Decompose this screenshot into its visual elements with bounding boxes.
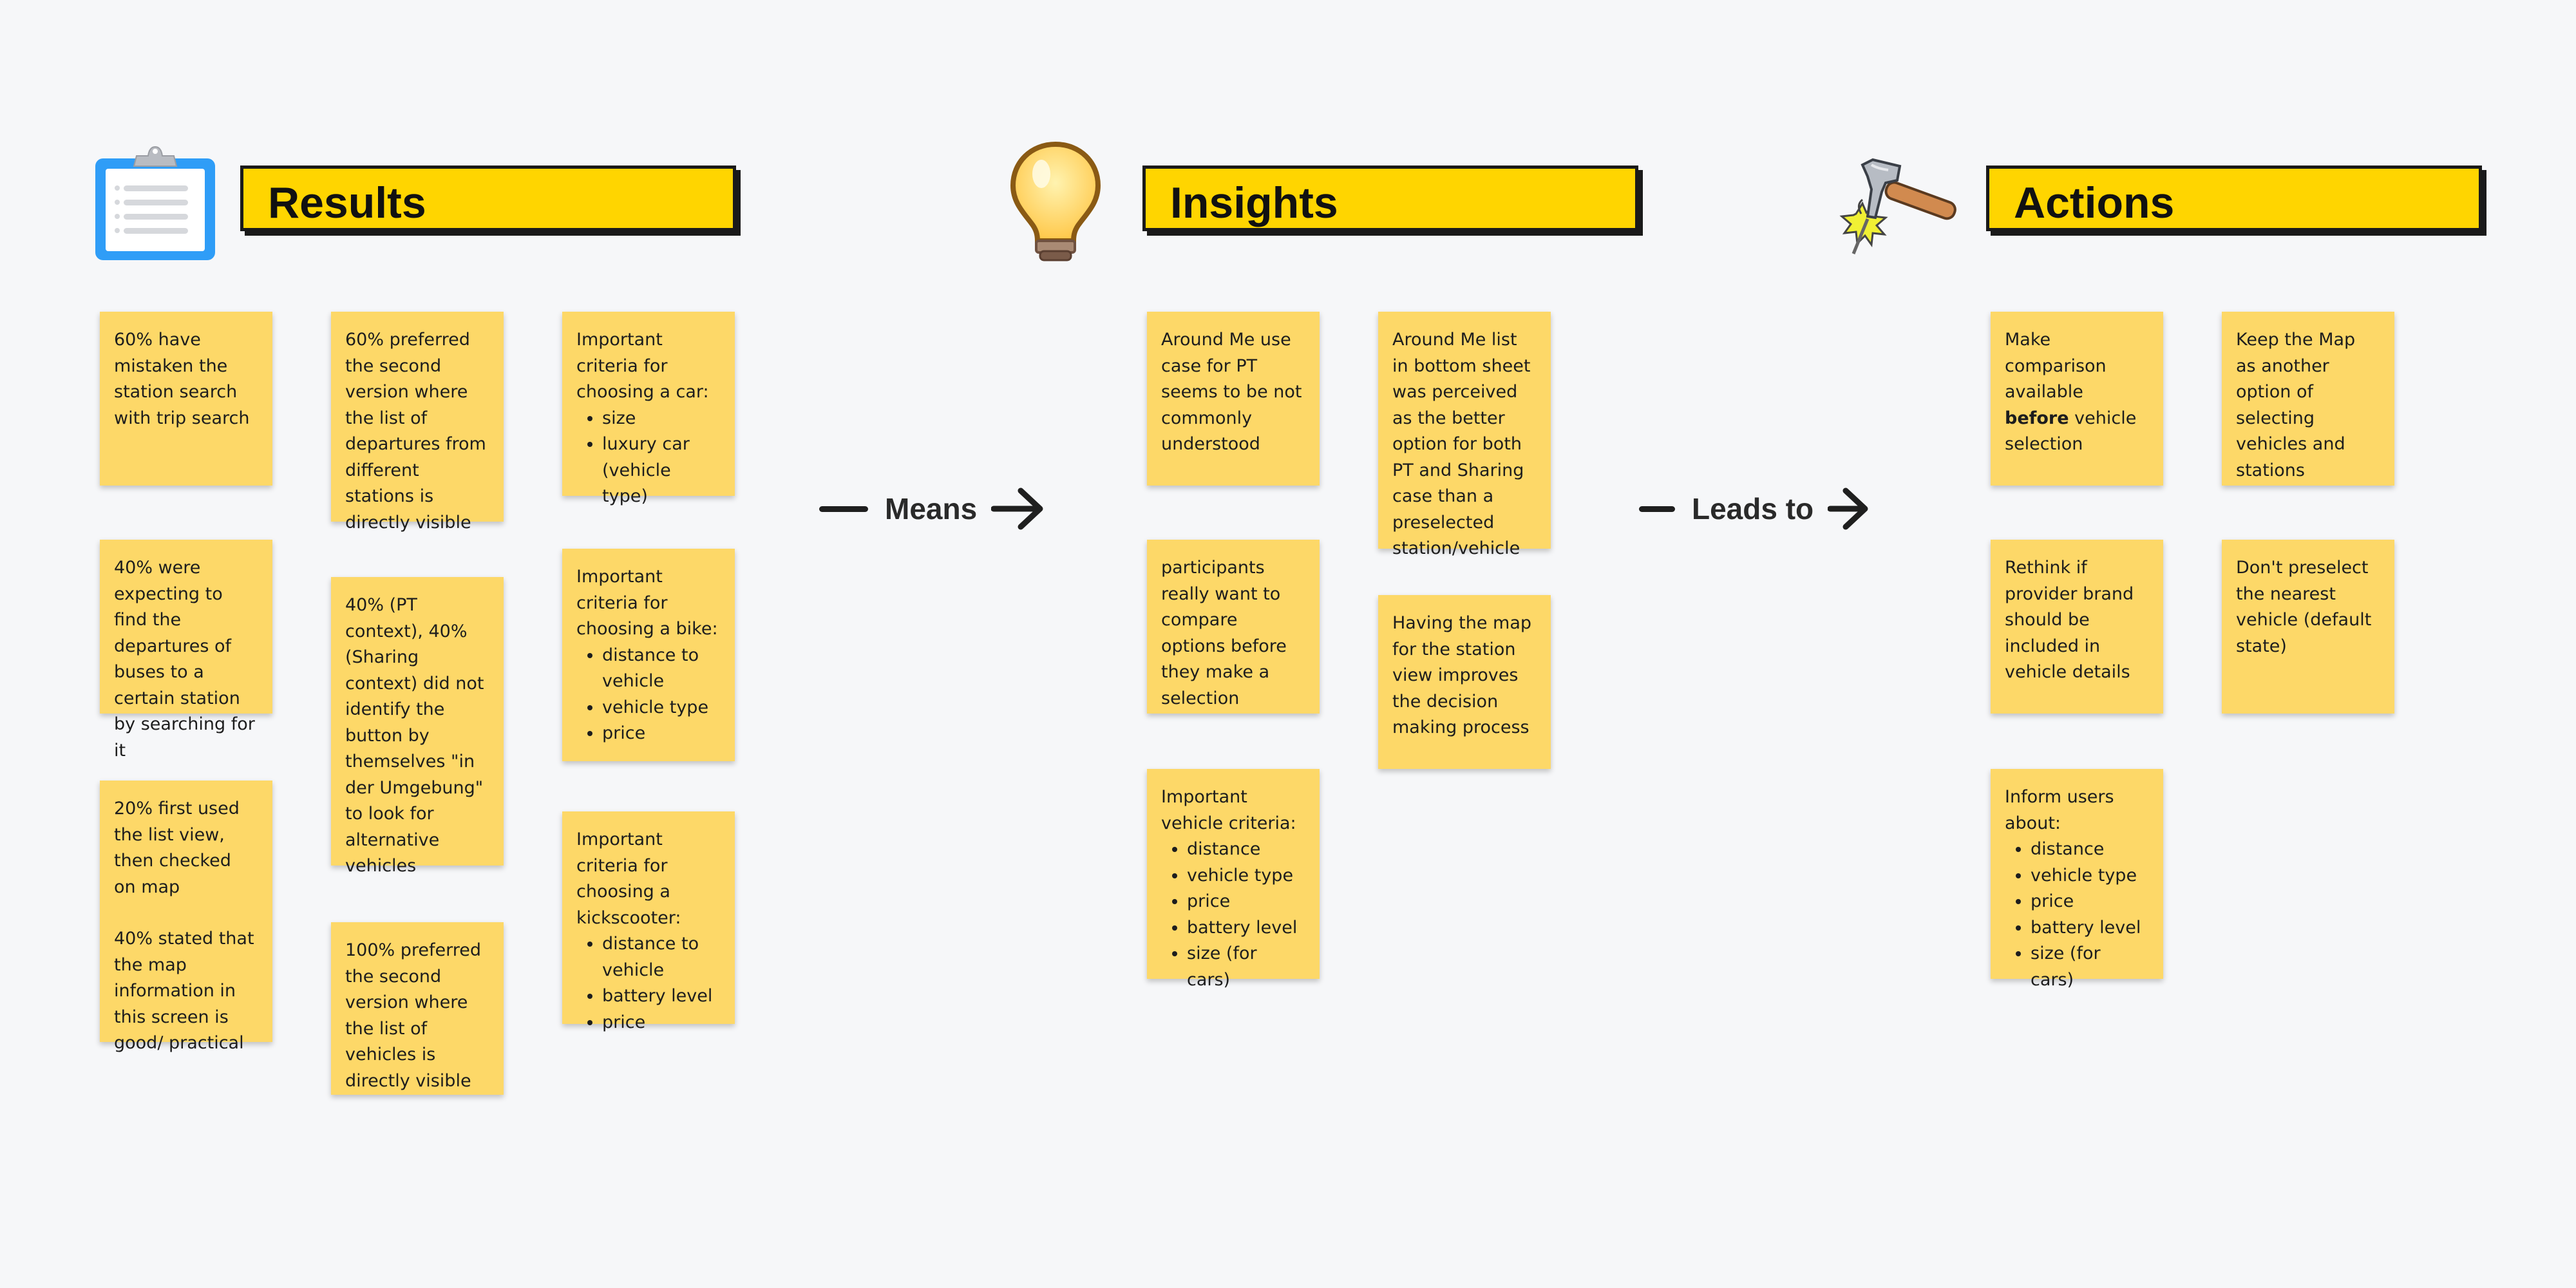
results-note-station-search: 60% have mistaken the station search wit… bbox=[100, 312, 272, 486]
insights-title: Insights bbox=[1170, 178, 1338, 227]
results-note-bus-departures: 40% were expecting to find the departure… bbox=[100, 540, 272, 761]
results-note-umgebung-button: 40% (PT context), 40% (Sharing context) … bbox=[331, 577, 504, 876]
note-title: Important criteria for choosing a car: bbox=[576, 330, 709, 402]
note-text: 40% were expecting to find the departure… bbox=[114, 558, 255, 761]
actions-note-comparison: Make comparison available before vehicle… bbox=[1991, 312, 2163, 486]
leads-to-label: Leads to bbox=[1692, 492, 1814, 526]
list-item: luxury car (vehicle type) bbox=[602, 431, 721, 510]
list-item: vehicle type bbox=[602, 695, 721, 721]
connector-dash bbox=[819, 506, 868, 512]
criteria-list: distance to vehicle vehicle type price bbox=[576, 643, 721, 747]
note-title: Important criteria for choosing a bike: bbox=[576, 567, 718, 639]
list-item: price bbox=[602, 1010, 721, 1036]
note-text: Rethink if provider brand should be incl… bbox=[2005, 558, 2134, 682]
hammer-icon bbox=[1830, 147, 1956, 255]
arrow-right-icon bbox=[991, 488, 1043, 530]
note-title: Important vehicle criteria: bbox=[1161, 787, 1296, 833]
note-text: 60% have mistaken the station search wit… bbox=[114, 330, 250, 428]
list-item: size (for cars) bbox=[1187, 941, 1305, 993]
list-item: battery level bbox=[1187, 915, 1305, 942]
results-header: Results bbox=[240, 166, 736, 231]
criteria-list: size luxury car (vehicle type) bbox=[576, 406, 721, 510]
insights-note-around-me-pt: Around Me use case for PT seems to be no… bbox=[1147, 312, 1320, 486]
list-item: distance bbox=[1187, 837, 1305, 863]
note-text-pre: Make comparison available bbox=[2005, 330, 2107, 402]
means-label: Means bbox=[885, 492, 978, 526]
results-note-vehicles-version: 100% preferred the second version where … bbox=[331, 922, 504, 1095]
list-item: distance to vehicle bbox=[602, 931, 721, 983]
note-text: 40% stated that the map information in t… bbox=[114, 929, 254, 1053]
list-item: size bbox=[602, 406, 721, 432]
list-item: price bbox=[1187, 889, 1305, 915]
note-text: Around Me use case for PT seems to be no… bbox=[1161, 330, 1302, 454]
note-text: 20% first used the list view, then check… bbox=[114, 799, 240, 897]
note-text: 100% preferred the second version where … bbox=[345, 940, 482, 1091]
note-text: 40% (PT context), 40% (Sharing context) … bbox=[345, 595, 484, 876]
arrow-right-icon bbox=[1828, 488, 1868, 530]
results-note-list-map: 20% first used the list view, then check… bbox=[100, 781, 272, 1053]
connector-dash bbox=[1639, 506, 1675, 512]
lightbulb-icon bbox=[1008, 140, 1103, 264]
results-note-bike-criteria: Important criteria for choosing a bike: … bbox=[562, 549, 735, 761]
note-text: Don't preselect the nearest vehicle (def… bbox=[2236, 558, 2372, 656]
note-text-bold: before bbox=[2005, 408, 2069, 428]
list-item: distance to vehicle bbox=[602, 643, 721, 695]
note-text: Having the map for the station view impr… bbox=[1392, 613, 1532, 737]
note-text: Keep the Map as another option of select… bbox=[2236, 330, 2356, 480]
list-item: price bbox=[2031, 889, 2149, 915]
actions-note-provider-brand: Rethink if provider brand should be incl… bbox=[1991, 540, 2163, 714]
list-item: size (for cars) bbox=[2031, 941, 2149, 993]
note-text: Around Me list in bottom sheet was perce… bbox=[1392, 330, 1531, 558]
actions-note-no-preselect: Don't preselect the nearest vehicle (def… bbox=[2222, 540, 2394, 714]
actions-header: Actions bbox=[1986, 166, 2482, 231]
insights-note-vehicle-criteria: Important vehicle criteria: distance veh… bbox=[1147, 769, 1320, 990]
list-item: battery level bbox=[2031, 915, 2149, 942]
note-text: Make comparison available before vehicle… bbox=[2005, 327, 2149, 458]
list-item: vehicle type bbox=[1187, 863, 1305, 889]
note-text: participants really want to compare opti… bbox=[1161, 558, 1287, 708]
insights-note-bottom-sheet: Around Me list in bottom sheet was perce… bbox=[1378, 312, 1551, 558]
insights-note-station-map: Having the map for the station view impr… bbox=[1378, 595, 1551, 769]
criteria-list: distance vehicle type price battery leve… bbox=[1161, 837, 1305, 993]
results-title: Results bbox=[268, 178, 426, 227]
clipboard-icon bbox=[94, 143, 216, 261]
results-note-car-criteria: Important criteria for choosing a car: s… bbox=[562, 312, 735, 506]
insights-header: Insights bbox=[1142, 166, 1638, 231]
list-item: price bbox=[602, 721, 721, 747]
list-item: battery level bbox=[602, 983, 721, 1010]
results-note-kickscooter-criteria: Important criteria for choosing a kicksc… bbox=[562, 811, 735, 1032]
criteria-list: distance to vehicle battery level price bbox=[576, 931, 721, 1036]
note-title: Inform users about: bbox=[2005, 787, 2114, 833]
note-text: 60% preferred the second version where t… bbox=[345, 330, 486, 533]
list-item: vehicle type bbox=[2031, 863, 2149, 889]
actions-title: Actions bbox=[2014, 178, 2175, 227]
note-title: Important criteria for choosing a kicksc… bbox=[576, 829, 681, 928]
actions-note-keep-map: Keep the Map as another option of select… bbox=[2222, 312, 2394, 486]
results-note-departures-version: 60% preferred the second version where t… bbox=[331, 312, 504, 533]
criteria-list: distance vehicle type price battery leve… bbox=[2005, 837, 2149, 993]
actions-note-inform-users: Inform users about: distance vehicle typ… bbox=[1991, 769, 2163, 990]
insights-note-compare-options: participants really want to compare opti… bbox=[1147, 540, 1320, 714]
leads-to-connector: Leads to bbox=[1639, 483, 1869, 535]
means-connector: Means bbox=[819, 483, 1044, 535]
list-item: distance bbox=[2031, 837, 2149, 863]
